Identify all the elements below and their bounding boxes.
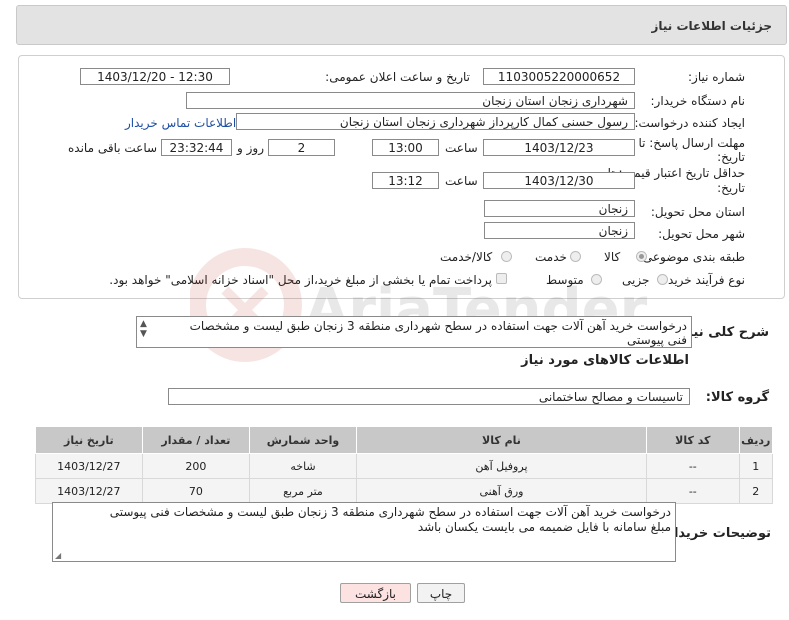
process-medium-label: متوسط bbox=[546, 273, 584, 287]
description-text: درخواست خرید آهن آلات جهت استفاده در سطح… bbox=[189, 319, 687, 347]
creator-label: ایجاد کننده درخواست: bbox=[634, 116, 745, 130]
description-textarea[interactable]: درخواست خرید آهن آلات جهت استفاده در سطح… bbox=[136, 316, 692, 348]
goods-table: ردیف کد کالا نام کالا واحد شمارش تعداد /… bbox=[35, 426, 773, 504]
process-minor-radio[interactable] bbox=[657, 274, 668, 285]
goods-group-label: گروه کالا: bbox=[705, 390, 769, 405]
creator-field[interactable]: رسول حسنی کمال کارپرداز شهرداری زنجان اس… bbox=[236, 113, 635, 130]
category-both-radio[interactable] bbox=[501, 251, 512, 262]
validity-time-field[interactable]: 13:12 bbox=[372, 172, 439, 189]
buyer-org-label: نام دستگاه خریدار: bbox=[650, 94, 746, 108]
col-qty: تعداد / مقدار bbox=[141, 426, 251, 454]
days-label: روز و bbox=[237, 141, 264, 155]
cell-name: ورق آهنی bbox=[355, 478, 648, 504]
deadline-label-date: تاریخ: bbox=[717, 150, 745, 164]
print-button[interactable]: چاپ bbox=[417, 583, 465, 603]
cell-code: -- bbox=[646, 478, 740, 504]
cell-code: -- bbox=[646, 453, 740, 479]
validity-label-date: تاریخ: bbox=[717, 181, 745, 195]
goods-group-field[interactable]: تاسیسات و مصالح ساختمانی bbox=[168, 388, 690, 405]
cell-date: 1403/12/27 bbox=[35, 453, 143, 479]
page-title: جزئیات اطلاعات نیاز bbox=[651, 19, 772, 33]
process-minor-label: جزیی bbox=[622, 273, 650, 287]
deadline-date-field[interactable]: 1403/12/23 bbox=[483, 139, 635, 156]
deadline-time-field[interactable]: 13:00 bbox=[372, 139, 439, 156]
days-remaining-field[interactable]: 2 bbox=[268, 139, 335, 156]
cell-row: 1 bbox=[738, 453, 773, 479]
buyer-contact-link[interactable]: اطلاعات تماس خریدار bbox=[125, 116, 236, 130]
col-code: کد کالا bbox=[646, 426, 740, 454]
cell-name: پروفیل آهن bbox=[355, 453, 648, 479]
buyer-org-field[interactable]: شهرداری زنجان استان زنجان bbox=[186, 92, 635, 109]
col-unit: واحد شمارش bbox=[249, 426, 357, 454]
validity-time-label: ساعت bbox=[445, 174, 478, 188]
buyer-notes-textarea[interactable]: درخواست خرید آهن آلات جهت استفاده در سطح… bbox=[52, 502, 676, 562]
category-label: طبقه بندی موضوعی: bbox=[638, 250, 745, 264]
treasury-payment-checkbox[interactable] bbox=[496, 273, 507, 284]
city-field[interactable]: زنجان bbox=[484, 222, 635, 239]
col-name: نام کالا bbox=[355, 426, 648, 454]
back-button[interactable]: بازگشت bbox=[340, 583, 411, 603]
table-header-row: ردیف کد کالا نام کالا واحد شمارش تعداد /… bbox=[35, 426, 773, 454]
cell-qty: 200 bbox=[141, 453, 251, 479]
need-number-field[interactable]: 1103005220000652 bbox=[483, 68, 635, 85]
table-row[interactable]: 2 -- ورق آهنی متر مربع 70 1403/12/27 bbox=[35, 478, 773, 504]
col-row: ردیف bbox=[738, 426, 773, 454]
category-service-radio[interactable] bbox=[570, 251, 581, 262]
category-goods-label: کالا bbox=[604, 250, 621, 264]
goods-section-title: اطلاعات کالاهای مورد نیاز bbox=[521, 353, 689, 368]
cell-unit: متر مربع bbox=[249, 478, 357, 504]
deadline-label: مهلت ارسال پاسخ: تا bbox=[638, 136, 745, 150]
province-field[interactable]: زنجان bbox=[484, 200, 635, 217]
announce-date-field[interactable]: 1403/12/20 - 12:30 bbox=[80, 68, 230, 85]
cell-row: 2 bbox=[738, 478, 773, 504]
category-both-label: کالا/خدمت bbox=[440, 250, 493, 264]
buyer-notes-text: درخواست خرید آهن آلات جهت استفاده در سطح… bbox=[109, 505, 671, 534]
process-medium-radio[interactable] bbox=[591, 274, 602, 285]
deadline-time-label: ساعت bbox=[445, 141, 478, 155]
validity-date-field[interactable]: 1403/12/30 bbox=[483, 172, 635, 189]
scroll-arrows-icon[interactable]: ▲ ▼ bbox=[140, 319, 147, 339]
treasury-payment-note: پرداخت تمام یا بخشی از مبلغ خرید،از محل … bbox=[109, 273, 492, 287]
col-date: تاریخ نیاز bbox=[35, 426, 143, 454]
cell-qty: 70 bbox=[141, 478, 251, 504]
buyer-notes-label: توضیحات خریدار: bbox=[661, 526, 771, 541]
remaining-time-label: ساعت باقی مانده bbox=[68, 141, 158, 155]
resize-handle-icon[interactable]: ◢ bbox=[55, 551, 61, 560]
cell-date: 1403/12/27 bbox=[35, 478, 143, 504]
process-type-label: نوع فرآیند خرید : bbox=[660, 273, 745, 287]
cell-unit: شاخه bbox=[249, 453, 357, 479]
header-panel: جزئیات اطلاعات نیاز bbox=[16, 5, 787, 45]
announce-date-label: تاریخ و ساعت اعلان عمومی: bbox=[325, 70, 470, 84]
city-label: شهر محل تحویل: bbox=[658, 227, 745, 241]
table-row[interactable]: 1 -- پروفیل آهن شاخه 200 1403/12/27 bbox=[35, 453, 773, 479]
category-goods-radio[interactable] bbox=[636, 251, 647, 262]
province-label: استان محل تحویل: bbox=[650, 205, 745, 219]
category-service-label: خدمت bbox=[535, 250, 567, 264]
remaining-time-field[interactable]: 23:32:44 bbox=[161, 139, 232, 156]
need-number-label: شماره نیاز: bbox=[688, 70, 745, 84]
